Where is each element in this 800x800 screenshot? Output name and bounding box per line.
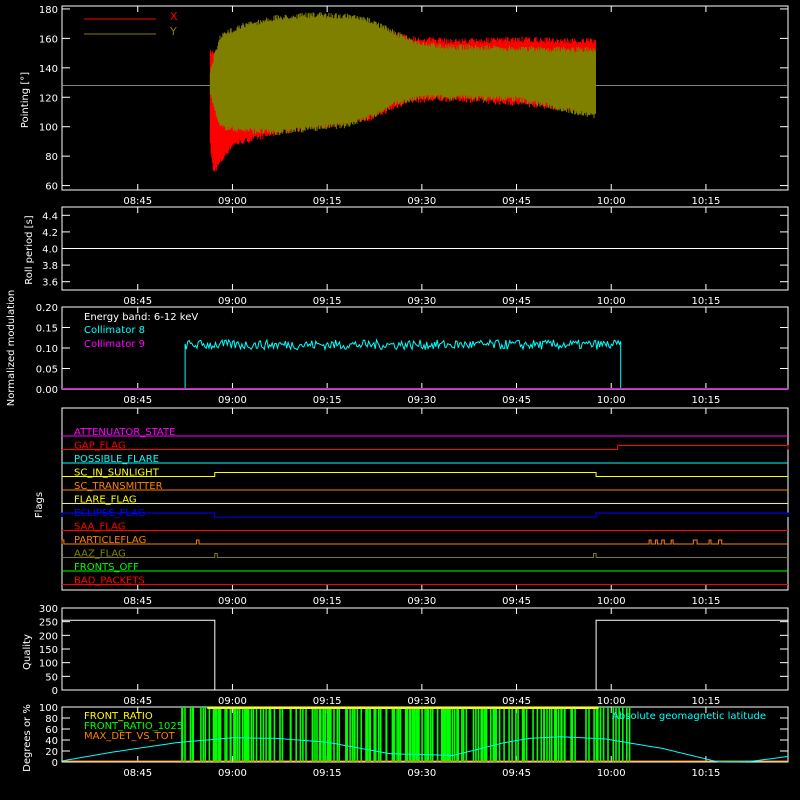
pointing-y-tick-label: 160: [39, 34, 58, 45]
modulation-y-tick-label: 0.15: [36, 324, 58, 335]
roll-x-tick-label: 08:45: [123, 296, 152, 307]
flag-label: AAZ_FLAG: [74, 549, 126, 560]
pointing-x-tick-label: 09:45: [502, 196, 531, 207]
ratio-y-tick-label: 20: [45, 747, 58, 758]
legend-geomagnetic-latitude: Absolute geomagnetic latitude: [612, 711, 766, 722]
flag-label: PARTICLEFLAG: [74, 535, 146, 546]
modulation-y-tick-label: 0.10: [36, 344, 58, 355]
flag-label: FLARE_FLAG: [74, 495, 137, 506]
pointing-x-tick-label: 09:30: [407, 196, 436, 207]
pointing-x-tick-label: 08:45: [123, 196, 152, 207]
roll-x-tick-label: 09:45: [502, 296, 531, 307]
quality-y-tick-label: 200: [39, 631, 58, 642]
roll-y-tick-label: 4.0: [42, 245, 58, 256]
quality-y-tick-label: 50: [45, 672, 58, 683]
roll-x-tick-label: 10:15: [692, 296, 721, 307]
pointing-y-tick-label: 100: [39, 123, 58, 134]
legend-x-label: X: [170, 10, 178, 23]
flags-x-tick-label: 09:45: [502, 596, 531, 607]
quality-x-tick-label: 09:30: [407, 696, 436, 707]
ratio-x-tick-label: 09:15: [313, 768, 342, 779]
roll-y-tick-label: 4.2: [42, 228, 58, 239]
ratio-ylabel: Degrees or %: [22, 704, 33, 772]
ratio-x-tick-label: 09:00: [218, 768, 247, 779]
roll-y-tick-label: 3.6: [42, 278, 58, 289]
modulation-x-tick-label: 10:00: [597, 395, 626, 406]
modulation-x-tick-label: 09:45: [502, 395, 531, 406]
pointing-y-tick-label: 60: [45, 182, 58, 193]
flags-x-tick-label: 08:45: [123, 596, 152, 607]
ratio-y-tick-label: 100: [39, 703, 58, 714]
pointing-y-tick-label: 180: [39, 5, 58, 16]
modulation-y-tick-label: 0.00: [36, 385, 58, 396]
quality-x-tick-label: 09:15: [313, 696, 342, 707]
pointing-y-tick-label: 80: [45, 152, 58, 163]
pointing-y-tick-label: 120: [39, 93, 58, 104]
flag-label: SAA_FLAG: [74, 522, 125, 533]
flags-x-tick-label: 09:15: [313, 596, 342, 607]
chart-background: [0, 0, 800, 800]
flag-label: FRONTS_OFF: [74, 562, 139, 573]
modulation-x-tick-label: 09:15: [313, 395, 342, 406]
legend-y-label: Y: [169, 25, 177, 38]
pointing-x-tick-label: 09:00: [218, 196, 247, 207]
pointing-y-tick-label: 140: [39, 64, 58, 75]
flag-label: ATTENUATOR_STATE: [74, 427, 175, 438]
pointing-ylabel: Pointing [°]: [20, 72, 31, 128]
flag-label: ECLIPSE_FLAG: [74, 508, 145, 519]
flag-label: SC_IN_SUNLIGHT: [74, 468, 160, 479]
ratio-y-tick-label: 60: [45, 725, 58, 736]
modulation-x-tick-label: 08:45: [123, 395, 152, 406]
legend-collimator-8: Collimator 8: [84, 325, 145, 336]
ratio-x-tick-label: 10:00: [597, 768, 626, 779]
quality-x-tick-label: 08:45: [123, 696, 152, 707]
quality-x-tick-label: 09:45: [502, 696, 531, 707]
ratio-x-tick-label: 09:30: [407, 768, 436, 779]
quality-ylabel: Quality: [22, 634, 33, 670]
energy-band-annotation: Energy band: 6-12 keV: [84, 312, 198, 323]
flags-x-tick-label: 09:00: [218, 596, 247, 607]
pointing-x-tick-label: 09:15: [313, 196, 342, 207]
quality-y-tick-label: 0: [52, 686, 58, 697]
modulation-x-tick-label: 09:30: [407, 395, 436, 406]
roll-y-tick-label: 4.4: [42, 211, 58, 222]
flags-x-tick-label: 10:00: [597, 596, 626, 607]
ratio-x-tick-label: 08:45: [123, 768, 152, 779]
modulation-y-tick-label: 0.05: [36, 365, 58, 376]
quality-y-tick-label: 100: [39, 659, 58, 670]
quality-y-tick-label: 250: [39, 618, 58, 629]
ratio-x-tick-label: 10:15: [692, 768, 721, 779]
quality-y-tick-label: 300: [39, 604, 58, 615]
flag-label: BAD_PACKETS: [74, 576, 145, 587]
flags-x-tick-label: 09:30: [407, 596, 436, 607]
pointing-x-tick-label: 10:00: [597, 196, 626, 207]
roll-period-ylabel: Roll period [s]: [24, 215, 35, 284]
quality-x-tick-label: 09:00: [218, 696, 247, 707]
flags-x-tick-label: 10:15: [692, 596, 721, 607]
roll-x-tick-label: 09:15: [313, 296, 342, 307]
modulation-y-tick-label: 0.20: [36, 303, 58, 314]
quality-x-tick-label: 10:15: [692, 696, 721, 707]
pointing-x-tick-label: 10:15: [692, 196, 721, 207]
ratio-y-tick-label: 0: [52, 758, 58, 769]
ratio-x-tick-label: 09:45: [502, 768, 531, 779]
modulation-x-tick-label: 10:15: [692, 395, 721, 406]
ratio-y-tick-label: 80: [45, 714, 58, 725]
roll-x-tick-label: 09:00: [218, 296, 247, 307]
flags-ylabel: Flags: [34, 492, 45, 518]
quality-y-tick-label: 150: [39, 645, 58, 656]
flag-label: GAP_FLAG: [74, 441, 126, 452]
roll-y-tick-label: 3.8: [42, 261, 58, 272]
quality-x-tick-label: 10:00: [597, 696, 626, 707]
legend-collimator-9: Collimator 9: [84, 339, 145, 350]
roll-x-tick-label: 09:30: [407, 296, 436, 307]
ratio-y-tick-label: 40: [45, 736, 58, 747]
legend-max-det-vs-tot: MAX_DET_VS_TOT: [84, 731, 176, 742]
modulation-ylabel: Normalized modulation: [6, 290, 17, 407]
modulation-x-tick-label: 09:00: [218, 395, 247, 406]
roll-x-tick-label: 10:00: [597, 296, 626, 307]
flag-label: SC_TRANSMITTER: [74, 481, 163, 492]
flag-label: POSSIBLE_FLARE: [74, 454, 159, 465]
multi-panel-chart: Pointing [°] X Y 08:45 09:00 09:15 09:30 09:…: [0, 0, 800, 800]
